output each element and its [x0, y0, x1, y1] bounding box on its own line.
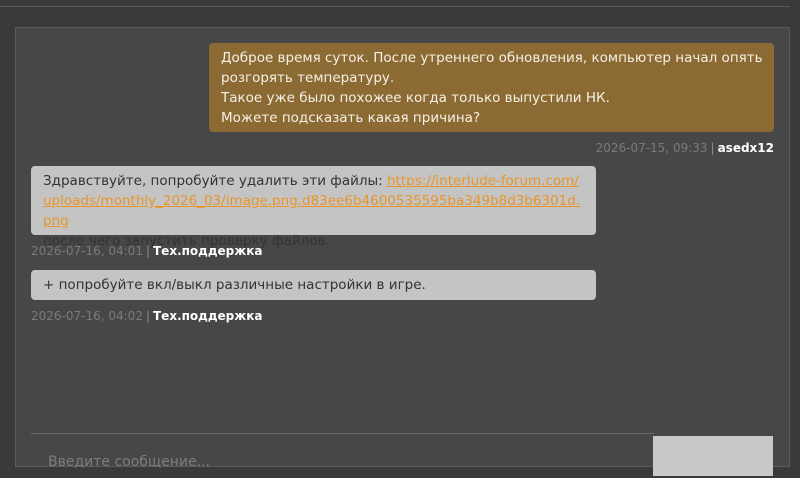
message-author: Тех.поддержка — [153, 244, 263, 258]
meta-separator: | — [145, 244, 150, 258]
message-line: розгорять температуру. — [221, 70, 395, 86]
message-line: Доброе время суток. После утреннего обно… — [221, 50, 763, 66]
message-text: Здравствуйте, попробуйте удалить эти фай… — [43, 173, 387, 189]
meta-separator: | — [710, 141, 715, 155]
support-message-meta: 2026-07-16, 04:01 | Тех.поддержка — [31, 243, 262, 259]
composer-divider — [31, 433, 654, 434]
message-author: asedx12 — [717, 141, 774, 155]
meta-separator: | — [145, 309, 150, 323]
message-timestamp: 2026-07-16, 04:02 — [31, 309, 143, 323]
message-timestamp: 2026-07-15, 09:33 — [595, 141, 708, 155]
send-button[interactable] — [653, 436, 773, 476]
support-message: + попробуйте вкл/выкл различные настройк… — [31, 270, 596, 300]
message-timestamp: 2026-07-16, 04:01 — [31, 244, 143, 258]
message-line: Такое уже было похожее когда только выпу… — [221, 90, 610, 106]
top-divider — [0, 0, 790, 7]
user-message: Доброе время суток. После утреннего обно… — [209, 43, 774, 132]
support-message-meta: 2026-07-16, 04:02 | Тех.поддержка — [31, 308, 262, 324]
support-message: Здравствуйте, попробуйте удалить эти фай… — [31, 166, 596, 249]
message-author: Тех.поддержка — [153, 309, 263, 323]
message-line: Можете подсказать какая причина? — [221, 110, 481, 126]
chat-panel: Доброе время суток. После утреннего обно… — [15, 27, 790, 478]
user-message-meta: 2026-07-15, 09:33 | asedx12 — [596, 140, 774, 156]
message-text: + попробуйте вкл/выкл различные настройк… — [43, 277, 426, 293]
message-input[interactable] — [46, 446, 650, 478]
